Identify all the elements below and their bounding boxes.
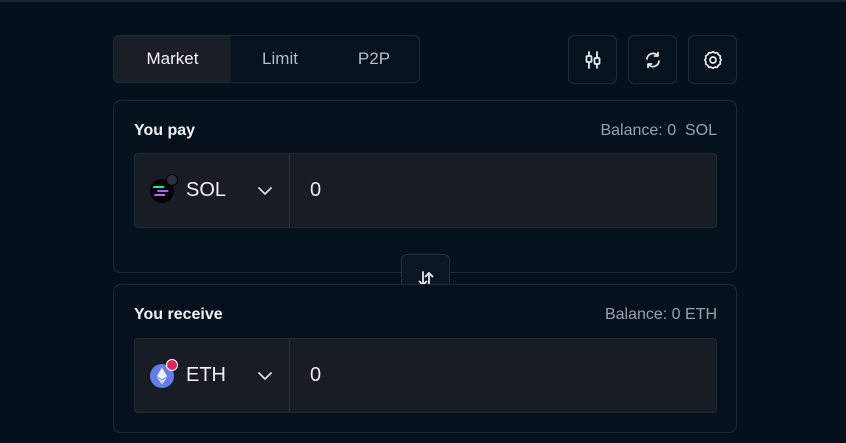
receive-amount-input[interactable]: 0 — [290, 339, 716, 412]
tab-market[interactable]: Market — [114, 36, 231, 82]
receive-token-select[interactable]: ETH — [135, 339, 290, 412]
tab-limit[interactable]: Limit — [231, 36, 329, 82]
pay-balance: Balance: 0 SOL — [600, 122, 717, 139]
solana-icon — [150, 173, 178, 203]
chevron-down-icon — [258, 187, 272, 195]
settings-button[interactable] — [688, 35, 737, 84]
receive-balance: Balance: 0 ETH — [604, 306, 717, 323]
receive-title: You receive — [134, 306, 223, 323]
order-type-tabs: Market Limit P2P — [113, 35, 420, 83]
pay-amount-input[interactable]: 0 — [290, 154, 716, 227]
ethereum-network-badge — [166, 358, 178, 371]
tab-p2p[interactable]: P2P — [329, 36, 419, 82]
receive-card: You receive Balance: 0 ETH ETH 0 — [113, 284, 737, 433]
chevron-down-icon — [258, 372, 272, 380]
chart-button[interactable] — [568, 35, 617, 84]
chart-candles-icon — [585, 50, 600, 69]
receive-token-name: ETH — [186, 364, 226, 386]
receive-field: ETH 0 — [134, 338, 717, 413]
pay-title: You pay — [134, 122, 196, 139]
top-divider — [0, 0, 846, 2]
refresh-icon — [645, 51, 660, 68]
refresh-button[interactable] — [628, 35, 677, 84]
settings-gear-icon — [703, 50, 722, 69]
pay-card: You pay Balance: 0 SOL SOL 0 — [113, 100, 737, 273]
pay-token-select[interactable]: SOL — [135, 154, 290, 227]
ethereum-icon — [150, 358, 178, 388]
pay-token-name: SOL — [186, 179, 227, 201]
pay-field: SOL 0 — [134, 153, 717, 228]
solana-network-badge — [166, 173, 178, 186]
